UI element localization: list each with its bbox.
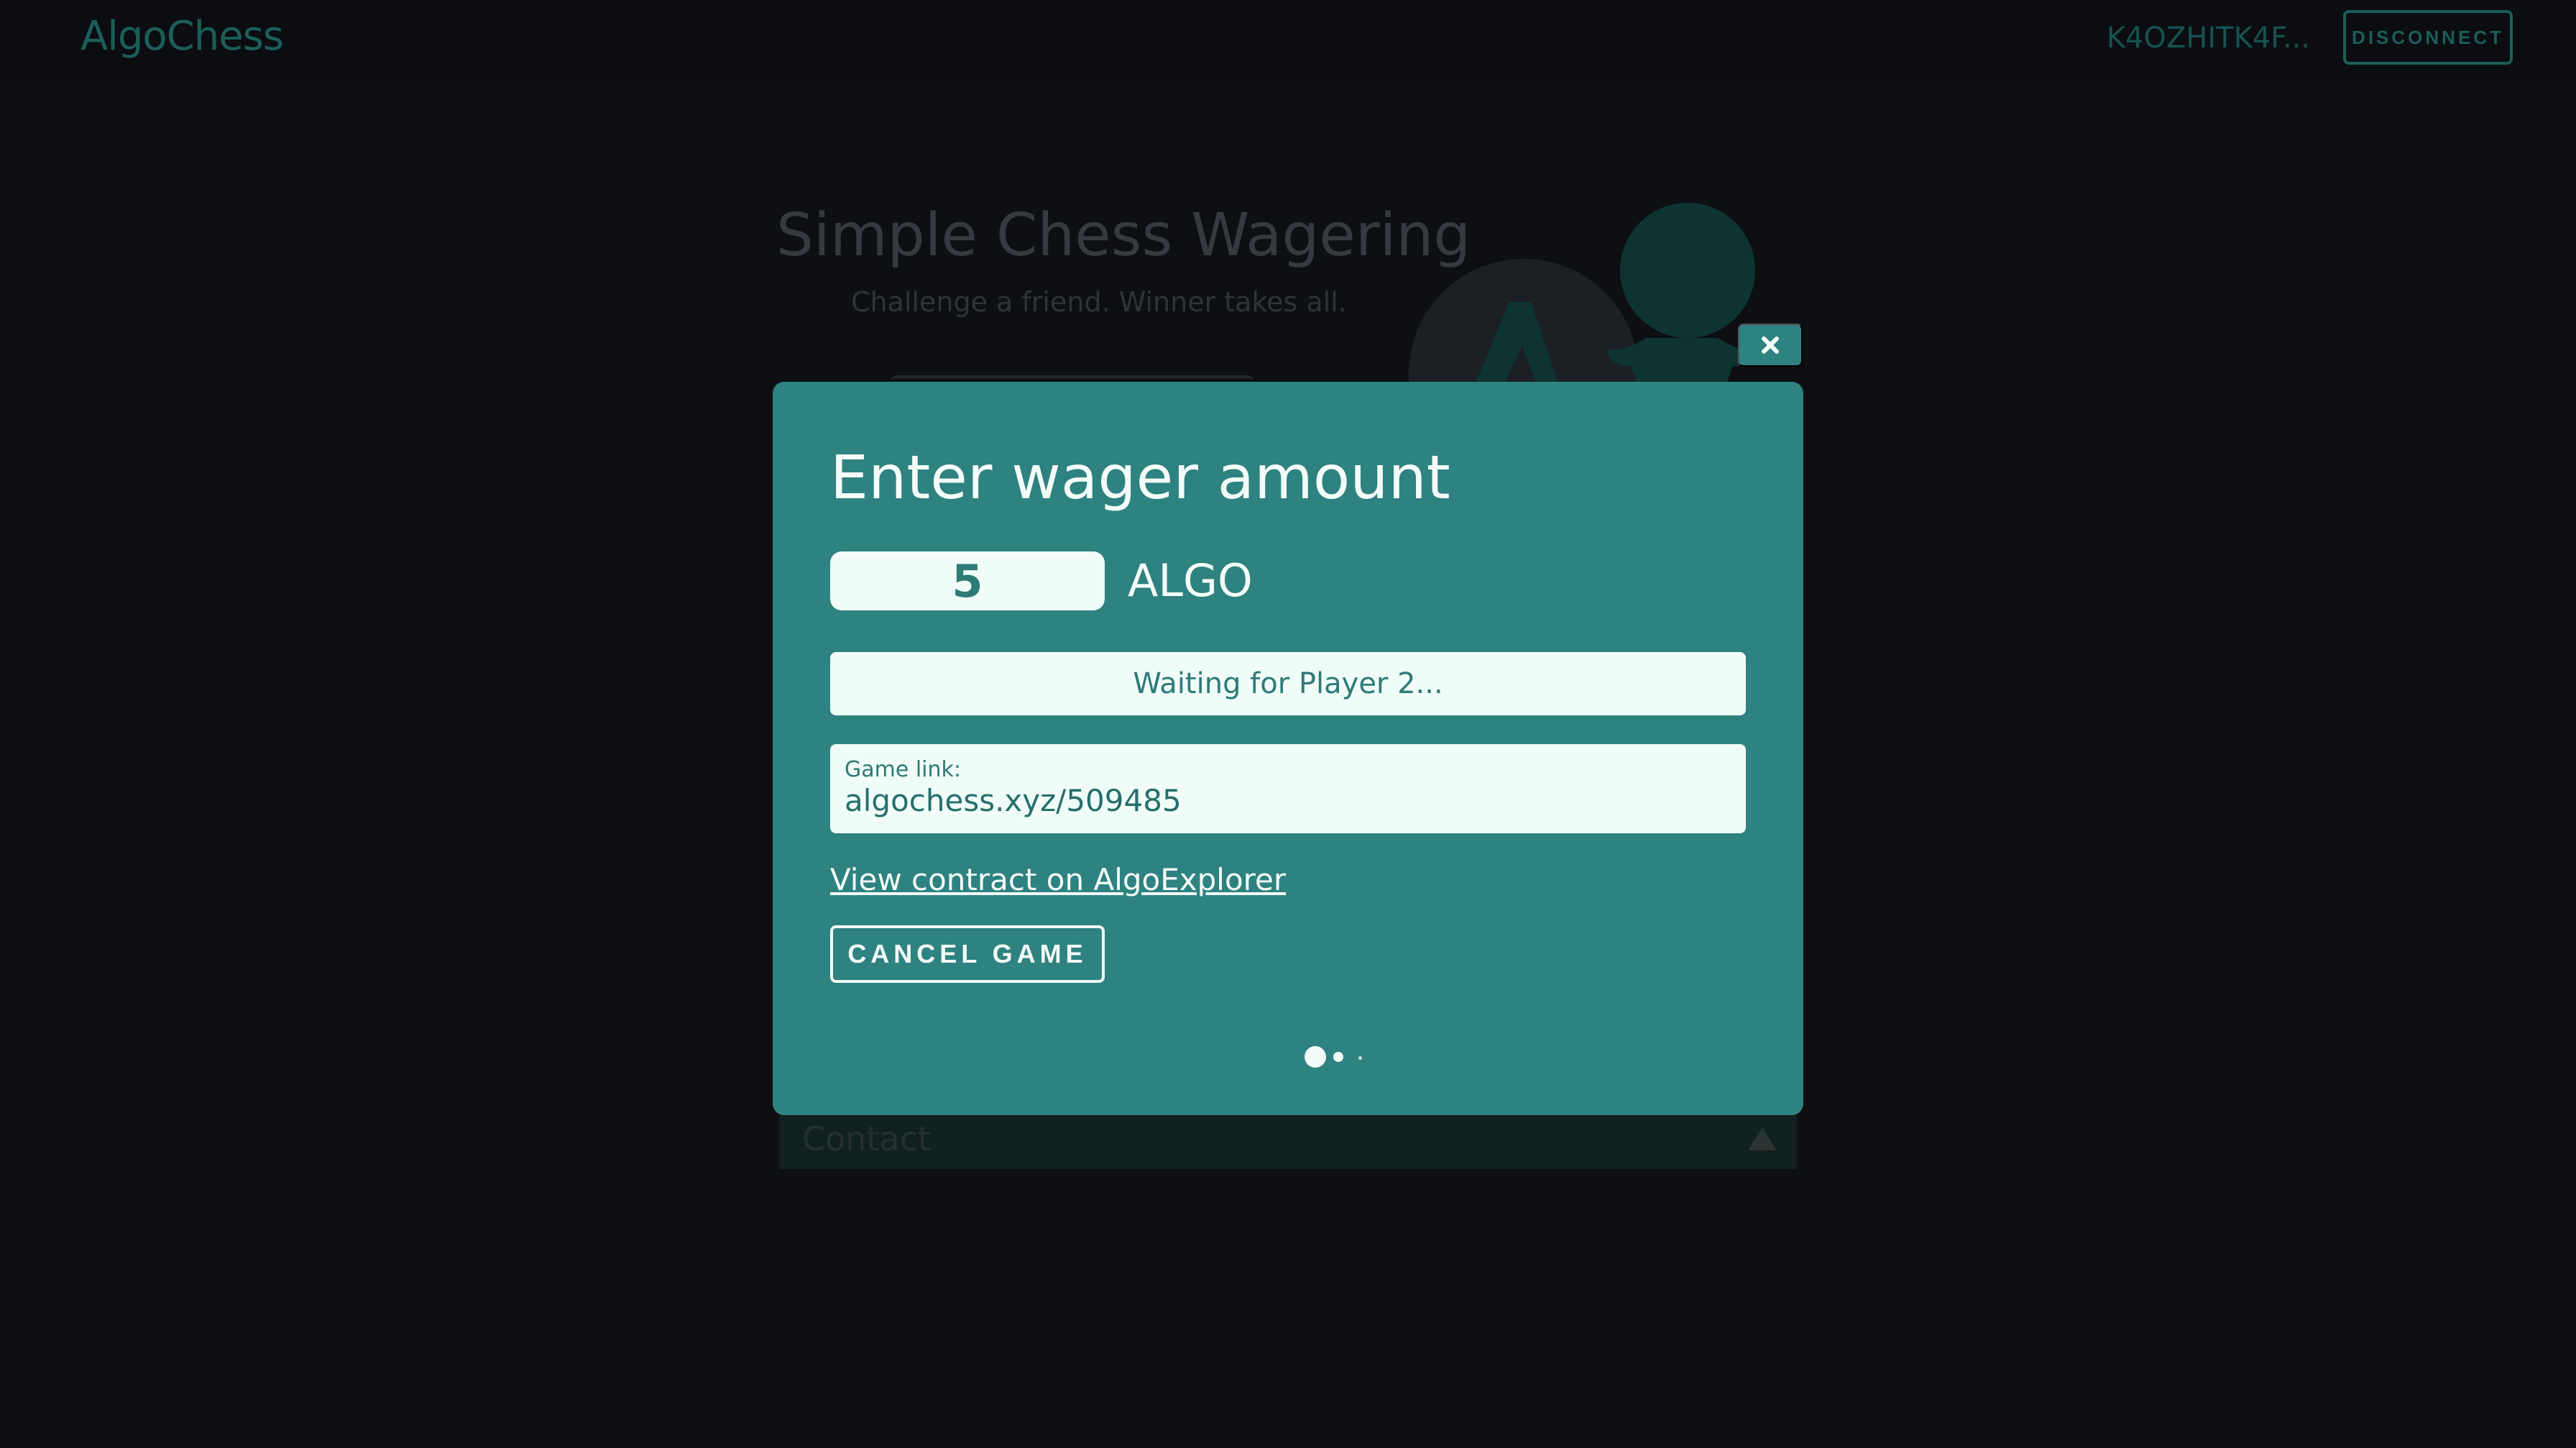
modal-close-button[interactable]	[1738, 324, 1803, 367]
currency-unit: ALGO	[1128, 554, 1253, 607]
app-logo[interactable]: AlgoChess	[80, 13, 284, 60]
chess-pawn-illustration	[1409, 203, 1755, 388]
view-contract-link[interactable]: View contract on AlgoExplorer	[830, 862, 1286, 897]
game-link-field[interactable]: Game link: algochess.xyz/509485	[830, 744, 1746, 833]
loading-dot-large	[1305, 1046, 1326, 1068]
waiting-status: Waiting for Player 2...	[830, 652, 1746, 715]
disconnect-button[interactable]: DISCONNECT	[2343, 10, 2513, 65]
loading-dot-small	[1358, 1056, 1362, 1060]
contact-label: Contact	[802, 1119, 931, 1158]
wager-amount-input[interactable]	[830, 551, 1105, 610]
triangle-up-icon	[1748, 1127, 1777, 1150]
wallet-address: K4OZHITK4F...	[2106, 22, 2310, 55]
pawn-head	[1620, 203, 1755, 338]
contact-accordion[interactable]: Contact	[779, 1109, 1797, 1169]
game-link-value[interactable]: algochess.xyz/509485	[845, 783, 1182, 818]
wager-modal: Enter wager amount ALGO Waiting for Play…	[773, 382, 1803, 1115]
modal-title: Enter wager amount	[830, 442, 1450, 513]
hero-subtitle: Challenge a friend. Winner takes all.	[851, 286, 1347, 318]
top-navbar: AlgoChess K4OZHITK4F... DISCONNECT	[0, 0, 2576, 81]
game-link-label: Game link:	[845, 757, 962, 782]
cancel-game-button[interactable]: CANCEL GAME	[830, 925, 1105, 983]
loading-dot-medium	[1333, 1052, 1343, 1062]
loading-dots-icon	[1251, 1025, 1362, 1068]
close-icon	[1762, 336, 1779, 354]
